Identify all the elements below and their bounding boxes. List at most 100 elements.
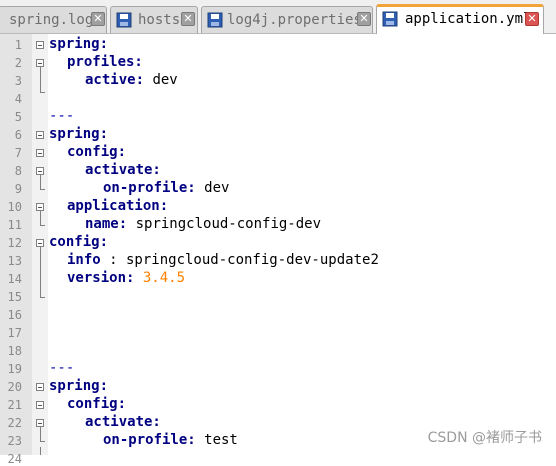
line-number: 12 (7, 236, 22, 250)
tab-hosts[interactable]: hosts ✕ (110, 6, 198, 33)
tab-application-yml[interactable]: application.yml ✕ (376, 4, 544, 34)
yaml-key: on-profile: (103, 180, 196, 196)
yaml-number-value: 3.4.5 (134, 270, 186, 286)
yaml-value: dev (195, 180, 230, 196)
code-line[interactable]: activate: (85, 414, 161, 430)
yaml-key: active: (85, 72, 145, 88)
code-line[interactable]: config: (67, 144, 126, 160)
yaml-key: spring: (49, 378, 109, 394)
line-number: 24 (7, 452, 22, 466)
yaml-document-separator: --- (49, 108, 75, 124)
yaml-key: on-profile: (103, 432, 196, 448)
fold-end (40, 225, 45, 226)
close-icon[interactable]: ✕ (181, 12, 195, 26)
yaml-value: dev (144, 72, 178, 88)
line-number: 23 (7, 434, 22, 448)
code-line[interactable]: config: (67, 396, 126, 412)
fold-collapse-icon[interactable] (36, 401, 44, 409)
save-icon (382, 11, 398, 27)
fold-end (40, 189, 45, 190)
line-number: 22 (7, 416, 22, 430)
yaml-key: version: (67, 270, 135, 286)
line-number: 5 (14, 110, 22, 124)
close-icon[interactable]: ✕ (91, 12, 105, 26)
yaml-key: profiles: (67, 54, 143, 70)
tab-label: application.yml (405, 11, 532, 27)
tab-spring-log[interactable]: spring.log ✕ (0, 6, 107, 33)
yaml-key: config: (67, 144, 127, 160)
fold-collapse-icon[interactable] (36, 419, 44, 427)
yaml-key: info (67, 252, 101, 268)
code-line[interactable]: spring: (49, 126, 108, 142)
fold-collapse-icon[interactable] (36, 203, 44, 211)
yaml-key: spring: (49, 36, 109, 52)
yaml-value: : springcloud-config-dev-update2 (100, 252, 379, 268)
code-line[interactable]: --- (49, 360, 74, 376)
code-line[interactable]: spring: (49, 36, 108, 52)
line-number: 18 (7, 344, 22, 358)
line-number: 19 (7, 362, 22, 376)
close-icon[interactable]: ✕ (357, 12, 371, 26)
line-number: 13 (7, 254, 22, 268)
yaml-key: spring: (49, 126, 109, 142)
line-number: 15 (7, 290, 22, 304)
line-number: 6 (14, 128, 22, 142)
fold-collapse-icon[interactable] (36, 59, 44, 67)
tab-label: spring.log (9, 12, 94, 28)
line-number: 10 (7, 200, 22, 214)
yaml-value: test (195, 432, 238, 448)
code-line[interactable]: on-profile: test (103, 432, 238, 448)
code-line[interactable]: activate: (85, 162, 161, 178)
yaml-key: config: (67, 396, 127, 412)
code-line[interactable]: info : springcloud-config-dev-update2 (67, 252, 379, 268)
yaml-key: config: (49, 234, 109, 250)
code-line[interactable]: on-profile: dev (103, 180, 229, 196)
line-number: 9 (14, 182, 22, 196)
yaml-document-separator: --- (49, 360, 75, 376)
fold-line (40, 447, 41, 455)
line-number: 2 (14, 56, 22, 70)
code-line[interactable]: name: springcloud-config-dev (85, 216, 321, 232)
line-number: 14 (7, 272, 22, 286)
fold-line (40, 175, 41, 189)
yaml-value: springcloud-config-dev (127, 216, 322, 232)
line-number: 20 (7, 380, 22, 394)
fold-line (40, 427, 41, 441)
code-line[interactable]: profiles: (67, 54, 143, 70)
line-number: 7 (14, 146, 22, 160)
line-number: 16 (7, 308, 22, 322)
code-line[interactable]: --- (49, 108, 74, 124)
tab-label: log4j.properties (227, 12, 362, 28)
save-icon (207, 12, 223, 28)
fold-collapse-icon[interactable] (36, 383, 44, 391)
line-number: 17 (7, 326, 22, 340)
code-line[interactable]: version: 3.4.5 (67, 270, 185, 286)
save-icon (116, 12, 132, 28)
fold-end (40, 297, 45, 298)
code-line[interactable]: spring: (49, 378, 108, 394)
fold-collapse-icon[interactable] (36, 131, 44, 139)
yaml-key: activate: (85, 162, 161, 178)
fold-line (40, 211, 41, 225)
fold-end (40, 92, 45, 93)
close-icon[interactable]: ✕ (525, 12, 539, 26)
yaml-key: application: (67, 198, 169, 214)
line-number: 11 (7, 218, 22, 232)
tab-label: hosts (138, 12, 181, 28)
watermark: CSDN @褚师子书 (427, 430, 542, 446)
code-line[interactable]: config: (49, 234, 108, 250)
line-number: 1 (14, 38, 22, 52)
yaml-key: name: (85, 216, 128, 232)
tab-log4j-properties[interactable]: log4j.properties ✕ (201, 6, 373, 33)
fold-collapse-icon[interactable] (36, 239, 44, 247)
fold-collapse-icon[interactable] (36, 167, 44, 175)
line-number: 3 (14, 74, 22, 88)
code-line[interactable]: application: (67, 198, 168, 214)
fold-collapse-icon[interactable] (36, 41, 44, 49)
line-number: 21 (7, 398, 22, 412)
tab-bar: spring.log ✕ hosts ✕ log4j.properties ✕ … (0, 0, 556, 34)
fold-end (40, 441, 45, 442)
fold-collapse-icon[interactable] (36, 149, 44, 157)
code-line[interactable]: active: dev (85, 72, 178, 88)
yaml-key: activate: (85, 414, 161, 430)
